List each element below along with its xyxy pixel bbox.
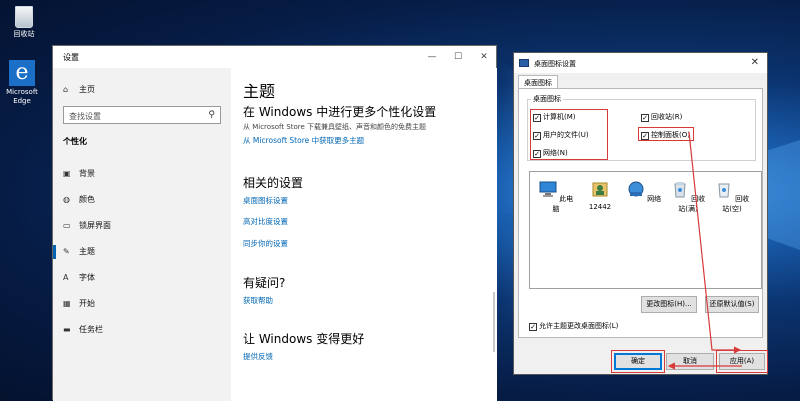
desktop-icon-list[interactable]: 此电脑 12442 网络 回收站(满) 回收站(空) — [529, 171, 762, 289]
sidebar-item-background[interactable]: ▣ 背景 — [63, 168, 95, 179]
start-icon: ▦ — [63, 299, 71, 308]
store-link[interactable]: 从 Microsoft Store 中获取更多主题 — [243, 135, 364, 146]
annotation-highlight-box — [638, 127, 694, 141]
dialog-title: 桌面图标设置 — [534, 60, 576, 68]
checkbox-recycle-bin[interactable]: ✓ 回收站(R) — [641, 112, 682, 122]
checkbox-icon: ✓ — [529, 323, 537, 331]
sync-settings-link[interactable]: 同步你的设置 — [243, 238, 288, 249]
list-item-recycle-bin-empty[interactable]: 回收站(空) — [714, 180, 750, 214]
font-icon: A — [63, 273, 69, 282]
sidebar-item-label: 主题 — [79, 247, 95, 256]
picture-icon: ▣ — [63, 169, 71, 178]
sidebar-item-label: 锁屏界面 — [79, 221, 111, 230]
section-title: 个性化 — [63, 137, 87, 146]
search-placeholder: 查找设置 — [69, 112, 101, 121]
computer-icon — [539, 181, 557, 197]
dialog-panel: 桌面图标 ✓ 计算机(M) ✓ 回收站(R) ✓ 用户的文件(U) ✓ 控制面板(O) … — [518, 88, 763, 338]
checkbox-label: 回收站(R) — [651, 113, 683, 121]
sidebar-item-label: 字体 — [79, 273, 95, 282]
annotation-highlight-box — [530, 109, 608, 160]
sidebar-item-lock-screen[interactable]: ▭ 锁屏界面 — [63, 220, 111, 231]
list-item-label: 网络 — [647, 195, 662, 203]
user-folder-icon — [592, 182, 608, 197]
search-icon: ⚲ — [208, 110, 215, 120]
sidebar-item-themes[interactable]: ✎ 主题 — [63, 246, 95, 257]
maximize-button[interactable]: ☐ — [447, 49, 469, 65]
high-contrast-link[interactable]: 高对比度设置 — [243, 216, 288, 227]
change-icon-button[interactable]: 更改图标(H)... — [641, 296, 697, 313]
brush-icon: ✎ — [63, 247, 70, 256]
checkbox-allow-themes[interactable]: ✓ 允许主题更改桌面图标(L) — [529, 321, 618, 331]
desktop-icon-label: 回收站 — [13, 30, 35, 38]
nav-home[interactable]: ⌂ 主页 — [63, 84, 95, 95]
annotation-highlight-box — [716, 350, 768, 373]
sidebar-item-label: 颜色 — [79, 195, 95, 204]
sidebar-item-label: 背景 — [79, 169, 95, 178]
search-input[interactable]: 查找设置 ⚲ — [63, 106, 221, 124]
sidebar-item-colors[interactable]: ◍ 颜色 — [63, 194, 95, 205]
edge-icon: e — [9, 60, 35, 86]
list-item-network[interactable]: 网络 — [626, 180, 662, 204]
list-item-recycle-bin-full[interactable]: 回收站(满) — [670, 180, 706, 214]
dialog-app-icon — [519, 59, 529, 67]
minimize-button[interactable]: — — [421, 49, 443, 65]
store-heading: 在 Windows 中进行更多个性化设置 — [243, 105, 437, 119]
close-button[interactable]: ✕ — [473, 49, 495, 65]
sidebar-item-label: 任务栏 — [79, 325, 103, 334]
feedback-link[interactable]: 提供反馈 — [243, 351, 273, 362]
help-link[interactable]: 获取帮助 — [243, 295, 273, 306]
sidebar-item-label: 开始 — [79, 299, 95, 308]
group-label: 桌面图标 — [531, 94, 563, 104]
list-item-user-folder[interactable]: 12442 — [582, 180, 618, 211]
desktop-icon-edge[interactable]: e Microsoft Edge — [0, 60, 44, 106]
settings-sidebar: ⌂ 主页 查找设置 ⚲ 个性化 ▣ 背景 ◍ 颜色 ▭ 锁屏界面 ✎ 主题 A 字体 ▦ 开始… — [53, 68, 231, 401]
restore-default-button[interactable]: 还原默认值(S) — [705, 296, 759, 313]
checkbox-label: 允许主题更改桌面图标(L) — [539, 322, 619, 330]
cancel-button[interactable]: 取消 — [666, 353, 714, 370]
list-item-label: 12442 — [588, 203, 612, 211]
question-heading: 有疑问? — [243, 276, 286, 290]
desktop-icon-label: Microsoft Edge — [6, 88, 38, 105]
checkbox-icon: ✓ — [641, 114, 649, 122]
title-bar[interactable]: 设置 — ☐ ✕ — [53, 46, 496, 68]
improve-heading: 让 Windows 变得更好 — [243, 332, 365, 346]
nav-home-label: 主页 — [79, 85, 95, 94]
selected-indicator — [53, 245, 56, 259]
window-title: 设置 — [63, 53, 79, 62]
sidebar-item-start[interactable]: ▦ 开始 — [63, 298, 95, 309]
palette-icon: ◍ — [63, 195, 70, 204]
taskbar-icon: ▬ — [63, 325, 71, 334]
recycle-bin-full-icon — [674, 182, 686, 198]
dialog-title-bar[interactable]: 桌面图标设置 ✕ — [514, 53, 767, 73]
sidebar-item-taskbar[interactable]: ▬ 任务栏 — [63, 324, 103, 335]
dialog-close-button[interactable]: ✕ — [751, 57, 759, 68]
home-icon: ⌂ — [63, 85, 69, 94]
settings-main: 主题 在 Windows 中进行更多个性化设置 从 Microsoft Stor… — [231, 68, 497, 401]
recycle-bin-empty-icon — [718, 183, 730, 198]
scrollbar[interactable] — [493, 292, 495, 352]
related-heading: 相关的设置 — [243, 176, 304, 190]
recycle-bin-icon — [15, 6, 33, 28]
tab-desktop-icons[interactable]: 桌面图标 — [518, 75, 558, 89]
desktop-icon-settings-dialog: 桌面图标设置 ✕ 桌面图标 桌面图标 ✓ 计算机(M) ✓ 回收站(R) ✓ 用户的文… — [513, 52, 768, 375]
store-description: 从 Microsoft Store 下载兼具壁纸、声音和颜色的免费主题 — [243, 123, 427, 131]
desktop-icon-recycle-bin[interactable]: 回收站 — [2, 6, 46, 39]
lock-screen-icon: ▭ — [63, 221, 71, 230]
list-item-this-pc[interactable]: 此电脑 — [538, 180, 574, 214]
desktop-icon-settings-link[interactable]: 桌面图标设置 — [243, 195, 288, 206]
sidebar-item-fonts[interactable]: A 字体 — [63, 272, 95, 283]
network-icon — [628, 181, 644, 197]
settings-window: 设置 — ☐ ✕ ⌂ 主页 查找设置 ⚲ 个性化 ▣ 背景 ◍ 颜色 ▭ 锁屏界面 ✎ 主… — [52, 45, 497, 401]
page-title: 主题 — [243, 82, 276, 101]
annotation-highlight-box — [611, 350, 665, 373]
